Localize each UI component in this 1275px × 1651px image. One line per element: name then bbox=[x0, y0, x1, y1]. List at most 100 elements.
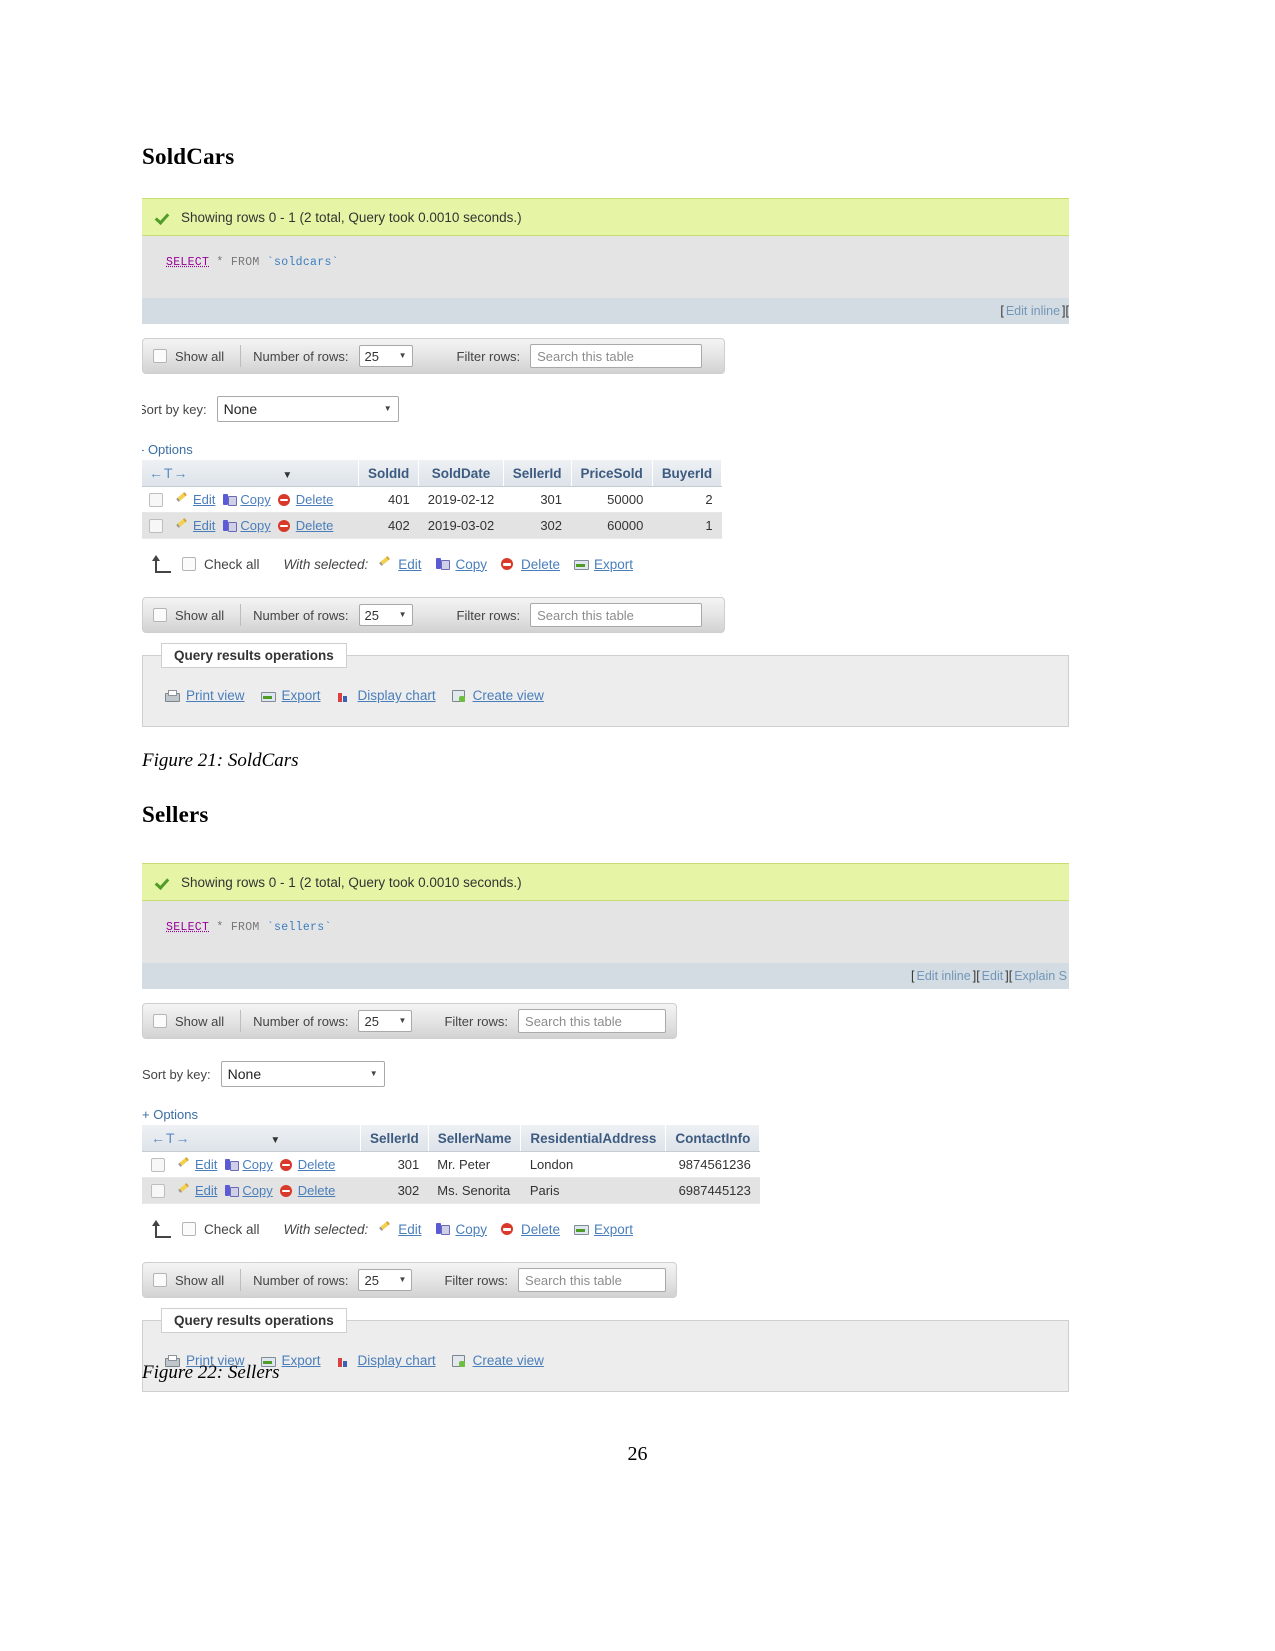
figure-caption-21: Figure 21: SoldCars bbox=[142, 750, 299, 771]
column-header-buyerid[interactable]: BuyerId bbox=[652, 460, 723, 487]
number-of-rows-select-top[interactable]: 25 ▼ bbox=[358, 1010, 413, 1032]
filter-rows-label-top: Filter rows: bbox=[456, 348, 521, 364]
table-row: Edit Copy Delete 401 2019-02-12 301 5000… bbox=[142, 486, 722, 513]
copy-icon bbox=[224, 1158, 240, 1172]
sort-by-key-select[interactable]: None ▼ bbox=[220, 1061, 385, 1087]
row-edit-link[interactable]: Edit bbox=[195, 1183, 217, 1198]
number-of-rows-label-bottom: Number of rows: bbox=[253, 1272, 349, 1288]
create-view-link[interactable]: Create view bbox=[473, 688, 544, 703]
column-header-pricesold[interactable]: PriceSold bbox=[571, 460, 653, 487]
soldcars-bulk-actions: Check all With selected: Edit Copy Delet… bbox=[150, 555, 1069, 573]
sort-by-key-select[interactable]: None ▼ bbox=[216, 396, 399, 422]
bulk-export-link[interactable]: Export bbox=[594, 557, 633, 572]
control-divider bbox=[240, 1010, 242, 1032]
sql-table-name: `sellers` bbox=[266, 921, 332, 934]
explain-link[interactable]: Explain S bbox=[1014, 969, 1067, 983]
number-of-rows-select-bottom[interactable]: 25 ▼ bbox=[358, 604, 413, 626]
export-link[interactable]: Export bbox=[282, 1353, 321, 1368]
print-view-link[interactable]: Print view bbox=[186, 688, 245, 703]
chevron-down-icon[interactable]: ▼ bbox=[282, 470, 292, 481]
row-copy-link[interactable]: Copy bbox=[242, 1157, 272, 1172]
filter-rows-input-top[interactable]: Search this table bbox=[530, 344, 703, 368]
table-row: Edit Copy Delete 402 2019-03-02 302 6000… bbox=[142, 512, 722, 539]
row-edit-link[interactable]: Edit bbox=[195, 1157, 217, 1172]
row-copy-link[interactable]: Copy bbox=[240, 492, 270, 507]
row-copy-link[interactable]: Copy bbox=[240, 518, 270, 533]
filter-rows-input-bottom[interactable]: Search this table bbox=[530, 603, 703, 627]
row-copy-link[interactable]: Copy bbox=[242, 1183, 272, 1198]
query-results-operations-legend: Query results operations bbox=[161, 643, 347, 668]
show-all-checkbox-top[interactable] bbox=[153, 349, 167, 363]
document-page: SoldCars Showing rows 0 - 1 (2 total, Qu… bbox=[0, 0, 1275, 1651]
number-of-rows-label-bottom: Number of rows: bbox=[253, 607, 349, 623]
check-all-checkbox[interactable] bbox=[182, 1222, 196, 1236]
bracket-open-3: [ bbox=[1008, 969, 1013, 983]
filter-rows-label-bottom: Filter rows: bbox=[456, 607, 521, 623]
sort-arrows-icon[interactable]: ←T→ bbox=[149, 465, 189, 481]
create-view-link[interactable]: Create view bbox=[473, 1353, 544, 1368]
row-actions-cell: Edit Copy Delete bbox=[142, 512, 359, 539]
show-all-checkbox-bottom[interactable] bbox=[153, 608, 167, 622]
delete-icon bbox=[279, 1184, 294, 1198]
column-header-sellerid[interactable]: SellerId bbox=[503, 460, 572, 487]
column-header-residentialaddress[interactable]: ResidentialAddress bbox=[520, 1125, 667, 1152]
show-all-label-top: Show all bbox=[175, 1013, 225, 1029]
row-delete-link[interactable]: Delete bbox=[296, 492, 334, 507]
bulk-copy-link[interactable]: Copy bbox=[455, 1222, 487, 1237]
column-header-solddate[interactable]: SoldDate bbox=[418, 460, 504, 487]
row-checkbox[interactable] bbox=[149, 518, 163, 533]
check-all-checkbox[interactable] bbox=[182, 557, 196, 571]
success-check-icon bbox=[156, 874, 172, 890]
sql-keyword-from: FROM bbox=[230, 256, 260, 269]
table-row: Edit Copy Delete 302 Ms. Senorita Paris … bbox=[142, 1177, 760, 1204]
actions-column-header: ←T→ ▼ bbox=[142, 1125, 361, 1152]
bulk-edit-link[interactable]: Edit bbox=[398, 1222, 421, 1237]
soldcars-sql-box: SELECT * FROM `soldcars` bbox=[142, 236, 1069, 298]
display-chart-link[interactable]: Display chart bbox=[358, 1353, 436, 1368]
filter-rows-input-top[interactable]: Search this table bbox=[518, 1009, 666, 1033]
bulk-edit-link[interactable]: Edit bbox=[398, 557, 421, 572]
column-header-sellername[interactable]: SellerName bbox=[428, 1125, 522, 1152]
sql-table-name: `soldcars` bbox=[266, 256, 339, 269]
column-header-sellerid[interactable]: SellerId bbox=[360, 1125, 429, 1152]
edit-link[interactable]: Edit bbox=[982, 969, 1004, 983]
row-checkbox[interactable] bbox=[151, 1157, 165, 1172]
bulk-delete-link[interactable]: Delete bbox=[521, 557, 560, 572]
filter-rows-input-bottom[interactable]: Search this table bbox=[518, 1268, 666, 1292]
row-edit-link[interactable]: Edit bbox=[193, 492, 215, 507]
column-header-contactinfo[interactable]: ContactInfo bbox=[665, 1125, 761, 1152]
copy-icon bbox=[222, 493, 238, 507]
pencil-icon bbox=[177, 1158, 191, 1172]
show-all-checkbox-top[interactable] bbox=[153, 1014, 167, 1028]
options-toggle-link[interactable]: - Options bbox=[142, 442, 1069, 457]
edit-inline-link[interactable]: Edit inline bbox=[917, 969, 971, 983]
display-chart-link[interactable]: Display chart bbox=[358, 688, 436, 703]
number-of-rows-value-top: 25 bbox=[364, 1013, 379, 1029]
number-of-rows-value-bottom: 25 bbox=[364, 1272, 379, 1288]
bulk-export-link[interactable]: Export bbox=[594, 1222, 633, 1237]
sort-arrows-icon[interactable]: ←T→ bbox=[151, 1130, 191, 1146]
row-delete-link[interactable]: Delete bbox=[298, 1157, 336, 1172]
show-all-checkbox-bottom[interactable] bbox=[153, 1273, 167, 1287]
sql-keyword-select: SELECT bbox=[166, 256, 210, 269]
bulk-delete-link[interactable]: Delete bbox=[521, 1222, 560, 1237]
row-checkbox[interactable] bbox=[151, 1183, 165, 1198]
cell-soldid: 401 bbox=[358, 486, 419, 513]
options-toggle-link[interactable]: + Options bbox=[142, 1107, 1069, 1122]
cell-sellerid: 302 bbox=[503, 512, 572, 539]
number-of-rows-label-top: Number of rows: bbox=[253, 348, 349, 364]
number-of-rows-select-top[interactable]: 25 ▼ bbox=[358, 345, 413, 367]
row-edit-link[interactable]: Edit bbox=[193, 518, 215, 533]
row-checkbox[interactable] bbox=[149, 492, 163, 507]
bulk-copy-link[interactable]: Copy bbox=[455, 557, 487, 572]
row-delete-link[interactable]: Delete bbox=[296, 518, 334, 533]
chevron-down-icon[interactable]: ▼ bbox=[270, 1135, 280, 1146]
row-delete-link[interactable]: Delete bbox=[298, 1183, 336, 1198]
edit-inline-link[interactable]: Edit inline bbox=[1006, 304, 1060, 318]
column-header-soldid[interactable]: SoldId bbox=[358, 460, 420, 487]
soldcars-status-text: Showing rows 0 - 1 (2 total, Query took … bbox=[181, 209, 522, 225]
soldcars-sort-row: Sort by key: None ▼ bbox=[142, 396, 1069, 422]
number-of-rows-select-bottom[interactable]: 25 ▼ bbox=[358, 1269, 413, 1291]
export-link[interactable]: Export bbox=[282, 688, 321, 703]
delete-icon bbox=[500, 557, 515, 571]
